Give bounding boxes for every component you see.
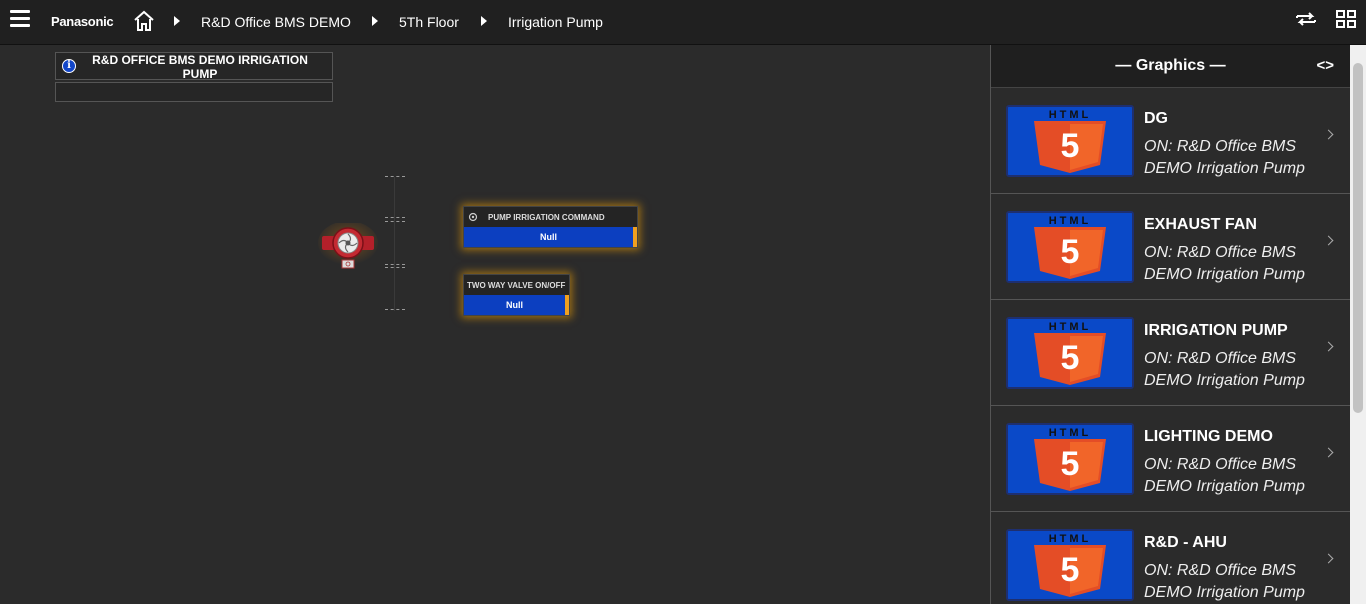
equipment-title: R&D OFFICE BMS DEMO IRRIGATION PUMP [92,53,308,81]
thumb-text: HTML [1049,109,1092,121]
equipment-subtitle-box [55,82,333,102]
brand-logo: Panasonic [51,14,114,29]
connector-dash [385,217,405,218]
menu-icon[interactable] [10,10,30,28]
point-value[interactable]: Null [464,227,637,247]
html5-thumbnail-icon: HTML 5 [1006,211,1134,283]
chevron-right-icon [1323,341,1334,352]
gear-icon [468,212,478,222]
point-card-two-way-valve[interactable]: TWO WAY VALVE ON/OFF Null [463,274,570,316]
thumb-number: 5 [1061,339,1080,377]
chevron-right-icon [1323,235,1334,246]
point-value[interactable]: Null [464,295,569,315]
graphics-item-title: LIGHTING DEMO [1144,428,1273,445]
breadcrumb-item[interactable]: R&D Office BMS DEMO [201,14,351,30]
breadcrumb-arrow-icon [174,16,180,26]
graphics-list-item[interactable]: HTML 5 LIGHTING DEMO ON: R&D Office BMS … [991,406,1350,512]
grid-icon[interactable] [1336,10,1356,28]
breadcrumb-arrow-icon [481,16,487,26]
point-card-pump-command[interactable]: PUMP IRRIGATION COMMAND Null [463,206,638,248]
chevron-right-icon [1323,553,1334,564]
graphics-item-subtitle: ON: R&D Office BMS DEMO Irrigation Pump [1144,350,1305,389]
graphics-list-item[interactable]: HTML 5 DG ON: R&D Office BMS DEMO Irriga… [991,88,1350,194]
html5-thumbnail-icon: HTML 5 [1006,105,1134,177]
pump-icon[interactable] [318,223,378,271]
info-icon[interactable]: i [62,59,76,73]
connector-dash [385,264,405,265]
connector-dash [385,309,405,310]
thumb-text: HTML [1049,215,1092,227]
point-header: TWO WAY VALVE ON/OFF [464,275,569,295]
top-bar: Panasonic R&D Office BMS DEMO 5Th Floor … [0,0,1366,45]
graphics-item-subtitle: ON: R&D Office BMS DEMO Irrigation Pump [1144,138,1305,177]
point-label: PUMP IRRIGATION COMMAND [488,212,605,222]
thumb-text: HTML [1049,321,1092,333]
breadcrumb-arrow-icon [372,16,378,26]
graphics-list-item[interactable]: HTML 5 EXHAUST FAN ON: R&D Office BMS DE… [991,194,1350,300]
html5-thumbnail-icon: HTML 5 [1006,423,1134,495]
chevron-right-icon [1323,447,1334,458]
html5-thumbnail-icon: HTML 5 [1006,317,1134,389]
graphics-canvas: i R&D OFFICE BMS DEMO IRRIGATION PUMP PU… [0,45,990,604]
point-label: TWO WAY VALVE ON/OFF [467,280,566,290]
graphics-item-title: R&D - AHU [1144,534,1227,551]
scrollbar[interactable] [1350,45,1366,604]
thumb-number: 5 [1061,445,1080,483]
point-header: PUMP IRRIGATION COMMAND [464,207,637,227]
graphics-item-title: DG [1144,110,1168,127]
swap-icon[interactable] [1295,10,1317,28]
thumb-number: 5 [1061,551,1080,589]
breadcrumb-item[interactable]: Irrigation Pump [508,14,603,30]
chevron-right-icon [1323,129,1334,140]
thumb-number: 5 [1061,127,1080,165]
connector-line [394,177,395,311]
graphics-list-item[interactable]: HTML 5 IRRIGATION PUMP ON: R&D Office BM… [991,300,1350,406]
equipment-title-box: i R&D OFFICE BMS DEMO IRRIGATION PUMP [55,52,333,81]
graphics-item-subtitle: ON: R&D Office BMS DEMO Irrigation Pump [1144,244,1305,283]
graphics-panel: — Graphics — <> HTML 5 DG ON: R&D Office… [990,45,1350,604]
thumb-text: HTML [1049,533,1092,545]
thumb-number: 5 [1061,233,1080,271]
graphics-item-title: EXHAUST FAN [1144,216,1257,233]
home-icon[interactable] [132,9,156,33]
connector-dash [385,221,405,222]
connector-dash [385,176,405,177]
panel-title: — Graphics — [1115,57,1226,74]
thumb-text: HTML [1049,427,1092,439]
graphics-list-item[interactable]: HTML 5 R&D - AHU ON: R&D Office BMS DEMO… [991,512,1350,604]
html5-thumbnail-icon: HTML 5 [1006,529,1134,601]
panel-header: — Graphics — <> [991,45,1350,88]
graphics-item-subtitle: ON: R&D Office BMS DEMO Irrigation Pump [1144,562,1305,601]
breadcrumb-item[interactable]: 5Th Floor [399,14,459,30]
graphics-item-subtitle: ON: R&D Office BMS DEMO Irrigation Pump [1144,456,1305,495]
scrollbar-thumb[interactable] [1353,63,1363,413]
panel-toggle-icon[interactable]: <> [1316,45,1334,87]
connector-dash [385,267,405,268]
graphics-item-title: IRRIGATION PUMP [1144,322,1288,339]
